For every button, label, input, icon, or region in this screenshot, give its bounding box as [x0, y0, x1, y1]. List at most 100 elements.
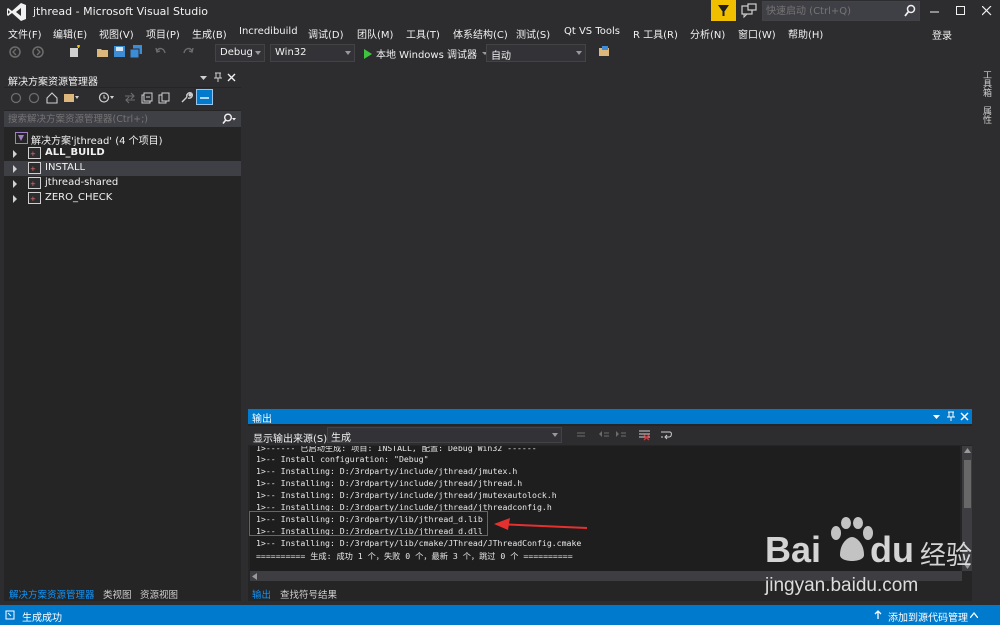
baidu-paw-icon	[831, 517, 873, 561]
menu-analyze[interactable]: 分析(N)	[690, 26, 725, 41]
output-header	[248, 409, 972, 424]
cpp-project-icon: +	[28, 177, 41, 189]
go-to-next-message-icon[interactable]	[615, 430, 627, 440]
tree-item-install[interactable]: + INSTALL	[4, 161, 241, 176]
menu-window[interactable]: 窗口(W)	[738, 26, 776, 41]
toggle-word-wrap-icon[interactable]	[660, 429, 673, 441]
tab-solution-explorer[interactable]: 解决方案资源管理器	[9, 587, 95, 601]
tab-output[interactable]: 输出	[252, 587, 271, 601]
solution-config-dropdown[interactable]: Debug	[215, 44, 265, 62]
tree-item-label: ALL_BUILD	[45, 147, 105, 158]
expand-arrow-icon[interactable]	[13, 165, 17, 173]
tree-item-jthread-shared[interactable]: + jthread-shared	[4, 176, 241, 191]
menu-project[interactable]: 项目(P)	[146, 26, 180, 41]
menu-view[interactable]: 视图(V)	[99, 26, 134, 41]
expand-arrow-icon[interactable]	[13, 180, 17, 188]
dropdown-arrow-icon[interactable]	[933, 413, 941, 421]
tab-class-view[interactable]: 类视图	[103, 587, 132, 601]
tree-item-zero-check[interactable]: + ZERO_CHECK	[4, 191, 241, 206]
sync-icon[interactable]	[124, 92, 136, 104]
menu-incredibuild[interactable]: Incredibuild	[239, 26, 298, 37]
menu-test[interactable]: 测试(S)	[516, 26, 550, 41]
save-all-icon[interactable]	[130, 45, 144, 59]
tree-item-all-build[interactable]: + ALL_BUILD	[4, 146, 241, 161]
close-icon[interactable]	[960, 412, 969, 421]
clear-all-icon[interactable]	[638, 429, 651, 441]
quick-launch-input[interactable]	[766, 4, 896, 18]
window-title: jthread - Microsoft Visual Studio	[33, 5, 209, 18]
menu-help[interactable]: 帮助(H)	[788, 26, 823, 41]
tree-item-label: INSTALL	[45, 162, 86, 173]
close-icon[interactable]	[227, 73, 236, 82]
feedback-icon[interactable]	[740, 3, 758, 20]
show-all-files-icon[interactable]	[158, 92, 170, 104]
quick-launch-box[interactable]	[762, 1, 920, 21]
close-button[interactable]	[974, 0, 1000, 21]
new-project-icon[interactable]	[68, 45, 82, 59]
scroll-left-icon[interactable]	[252, 573, 257, 580]
scroll-up-icon[interactable]	[964, 448, 971, 453]
watermark-brand: Bai	[765, 529, 822, 570]
dropdown-arrow-icon[interactable]	[200, 74, 208, 82]
back-icon[interactable]	[10, 92, 22, 104]
play-icon	[364, 48, 372, 59]
menu-architecture[interactable]: 体系结构(C)	[453, 26, 508, 41]
menu-team[interactable]: 团队(M)	[357, 26, 393, 41]
back-icon[interactable]	[8, 45, 22, 59]
forward-icon[interactable]	[31, 45, 45, 59]
save-icon[interactable]	[113, 45, 127, 59]
menu-edit[interactable]: 编辑(E)	[53, 26, 87, 41]
solution-search-box[interactable]	[4, 111, 241, 127]
minimize-button[interactable]	[922, 0, 948, 21]
go-to-previous-message-icon[interactable]	[598, 430, 610, 440]
scrollbar-thumb[interactable]	[964, 460, 971, 508]
search-icon[interactable]	[904, 4, 916, 18]
solution-config-value: Debug	[220, 47, 253, 58]
menu-tools[interactable]: 工具(T)	[406, 26, 440, 41]
pending-changes-icon[interactable]	[98, 91, 116, 104]
menu-file[interactable]: 文件(F)	[8, 26, 42, 41]
maximize-button[interactable]	[948, 0, 974, 21]
solution-platform-dropdown[interactable]: Win32	[270, 44, 355, 62]
incredibuild-icon[interactable]	[598, 45, 612, 59]
forward-icon[interactable]	[28, 92, 40, 104]
collapse-all-icon[interactable]	[141, 92, 153, 104]
home-icon[interactable]	[46, 92, 58, 104]
debug-mode-dropdown[interactable]: 自动	[486, 44, 586, 62]
switch-views-icon[interactable]	[63, 91, 81, 104]
preview-selected-items-icon[interactable]	[196, 89, 213, 105]
tab-resource-view[interactable]: 资源视图	[140, 587, 178, 601]
pin-icon[interactable]	[946, 411, 956, 422]
tab-find-symbol-results[interactable]: 查找符号结果	[280, 587, 337, 601]
chevron-up-icon[interactable]	[970, 612, 978, 618]
run-label: 本地 Windows 调试器	[376, 50, 477, 61]
search-icon[interactable]	[221, 113, 237, 125]
sign-in-link[interactable]: 登录	[932, 27, 952, 42]
undo-icon[interactable]	[154, 45, 168, 59]
pin-icon[interactable]	[213, 72, 223, 83]
menu-r-tools[interactable]: R 工具(R)	[633, 26, 678, 41]
menu-build[interactable]: 生成(B)	[192, 26, 227, 41]
menu-qt-vs-tools[interactable]: Qt VS Tools	[564, 26, 620, 37]
solution-search-input[interactable]	[8, 112, 208, 126]
watermark-brand-suffix: du	[870, 529, 914, 570]
tab-properties[interactable]: 属性	[981, 106, 993, 124]
redo-icon[interactable]	[181, 45, 195, 59]
find-message-icon[interactable]	[576, 430, 586, 440]
open-folder-icon[interactable]	[96, 45, 110, 59]
expand-arrow-icon[interactable]	[13, 150, 17, 158]
arrow-up-icon[interactable]	[874, 610, 882, 620]
properties-wrench-icon[interactable]	[180, 91, 193, 104]
menu-debug[interactable]: 调试(D)	[308, 26, 344, 41]
notification-flag-icon[interactable]	[711, 0, 736, 21]
expand-arrow-icon[interactable]	[13, 195, 17, 203]
output-line: 1>-- Installing: D:/3rdparty/lib/cmake/J…	[256, 538, 582, 548]
add-to-source-control-button[interactable]: 添加到源代码管理	[888, 609, 968, 624]
chevron-down-icon	[552, 433, 558, 437]
cpp-project-icon: +	[28, 162, 41, 174]
output-source-dropdown[interactable]: 生成	[327, 427, 562, 444]
start-debugging-button[interactable]: 本地 Windows 调试器	[363, 46, 489, 61]
solution-node[interactable]: 解决方案'jthread' (4 个项目)	[4, 131, 241, 147]
tab-toolbox[interactable]: 工具箱	[981, 70, 993, 97]
output-line: ========== 生成: 成功 1 个，失败 0 个，最新 3 个，跳过 0…	[256, 551, 573, 561]
